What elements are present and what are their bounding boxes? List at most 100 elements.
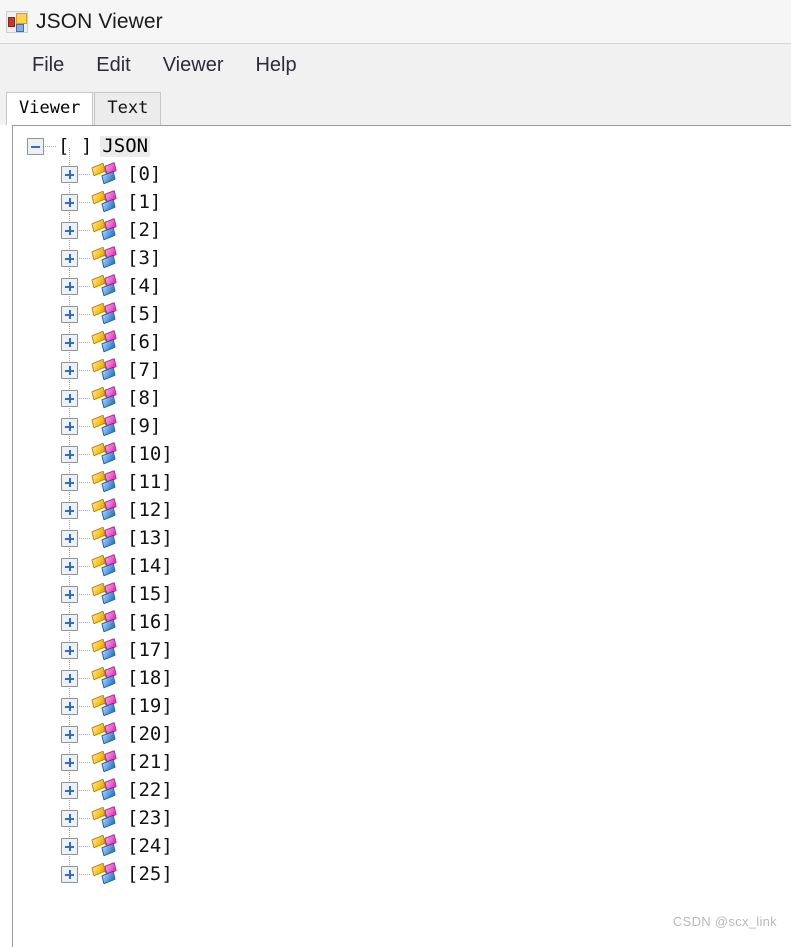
json-object-icon	[91, 274, 118, 297]
plus-box-icon[interactable]	[61, 641, 78, 659]
tree-node-root[interactable]: [ ] JSON	[13, 132, 791, 160]
tree-connector-dots	[78, 390, 92, 407]
tree-node[interactable]: [20]	[13, 720, 791, 748]
tree-connector-dots	[78, 362, 92, 379]
minus-box-icon[interactable]	[27, 137, 44, 155]
plus-box-icon[interactable]	[61, 501, 78, 519]
json-tree-panel[interactable]: [ ] JSON [0] [1] [2] [3] [4] [5] [6] [7] [8] [9] […	[12, 125, 791, 947]
tree-node[interactable]: [5]	[13, 300, 791, 328]
plus-box-icon[interactable]	[61, 725, 78, 743]
tree-node-root-label[interactable]: JSON	[100, 135, 151, 157]
plus-box-icon[interactable]	[61, 669, 78, 687]
plus-box-icon[interactable]	[61, 809, 78, 827]
tree-node-label[interactable]: [7]	[125, 360, 163, 381]
watermark-text: CSDN @scx_link	[672, 914, 777, 929]
tree-node-label[interactable]: [18]	[125, 668, 175, 689]
plus-box-icon[interactable]	[61, 837, 78, 855]
tree-node-label[interactable]: [13]	[125, 528, 175, 549]
menu-item-viewer[interactable]: Viewer	[147, 52, 240, 78]
plus-box-icon[interactable]	[61, 333, 78, 351]
tree-node[interactable]: [15]	[13, 580, 791, 608]
tree-node[interactable]: [3]	[13, 244, 791, 272]
tree-connector-dots	[78, 558, 92, 575]
tree-node[interactable]: [4]	[13, 272, 791, 300]
tree-node-label[interactable]: [22]	[125, 780, 175, 801]
menu-item-help[interactable]: Help	[239, 52, 312, 78]
plus-box-icon[interactable]	[61, 473, 78, 491]
tree-node-label[interactable]: [23]	[125, 808, 175, 829]
plus-box-icon[interactable]	[61, 305, 78, 323]
tree-node[interactable]: [14]	[13, 552, 791, 580]
tree-node-label[interactable]: [9]	[125, 416, 163, 437]
tree-node-label[interactable]: [20]	[125, 724, 175, 745]
tree-node-label[interactable]: [25]	[125, 864, 175, 885]
plus-box-icon[interactable]	[61, 529, 78, 547]
plus-box-icon[interactable]	[61, 557, 78, 575]
plus-box-icon[interactable]	[61, 865, 78, 883]
tree-node[interactable]: [25]	[13, 860, 791, 888]
plus-box-icon[interactable]	[61, 753, 78, 771]
tree-node[interactable]: [17]	[13, 636, 791, 664]
tree-node-label[interactable]: [1]	[125, 192, 163, 213]
tree-node-label[interactable]: [16]	[125, 612, 175, 633]
plus-box-icon[interactable]	[61, 781, 78, 799]
tree-node-label[interactable]: [4]	[125, 276, 163, 297]
tree-node[interactable]: [21]	[13, 748, 791, 776]
tree-node-label[interactable]: [19]	[125, 696, 175, 717]
tree-node[interactable]: [6]	[13, 328, 791, 356]
tree-node[interactable]: [12]	[13, 496, 791, 524]
tab-text[interactable]: Text	[94, 92, 162, 125]
plus-box-icon[interactable]	[61, 445, 78, 463]
tree-node-label[interactable]: [15]	[125, 584, 175, 605]
json-object-icon	[91, 834, 118, 857]
window-title: JSON Viewer	[36, 10, 163, 33]
menu-item-edit[interactable]: Edit	[80, 52, 146, 78]
tree-node[interactable]: [23]	[13, 804, 791, 832]
tree-node[interactable]: [11]	[13, 468, 791, 496]
tree-node-label[interactable]: [24]	[125, 836, 175, 857]
tree-node[interactable]: [13]	[13, 524, 791, 552]
plus-box-icon[interactable]	[61, 361, 78, 379]
tree-node-label[interactable]: [10]	[125, 444, 175, 465]
tree-node[interactable]: [10]	[13, 440, 791, 468]
json-object-icon	[91, 358, 118, 381]
tree-connector-dots	[78, 306, 92, 323]
tree-node-label[interactable]: [17]	[125, 640, 175, 661]
tree-node-label[interactable]: [6]	[125, 332, 163, 353]
tree-node[interactable]: [22]	[13, 776, 791, 804]
menu-item-file[interactable]: File	[16, 52, 80, 78]
tree-node[interactable]: [8]	[13, 384, 791, 412]
tree-node-label[interactable]: [11]	[125, 472, 175, 493]
tab-strip: Viewer Text	[0, 86, 791, 125]
tree-node[interactable]: [9]	[13, 412, 791, 440]
json-object-icon	[91, 414, 118, 437]
plus-box-icon[interactable]	[61, 613, 78, 631]
tree-node[interactable]: [24]	[13, 832, 791, 860]
tab-viewer[interactable]: Viewer	[6, 92, 94, 125]
tree-node[interactable]: [7]	[13, 356, 791, 384]
tree-node-label[interactable]: [2]	[125, 220, 163, 241]
plus-box-icon[interactable]	[61, 165, 78, 183]
plus-box-icon[interactable]	[61, 221, 78, 239]
plus-box-icon[interactable]	[61, 389, 78, 407]
tree-node[interactable]: [1]	[13, 188, 791, 216]
tree-node-label[interactable]: [8]	[125, 388, 163, 409]
tree-node-label[interactable]: [12]	[125, 500, 175, 521]
tree-node-label[interactable]: [5]	[125, 304, 163, 325]
tree-node[interactable]: [19]	[13, 692, 791, 720]
plus-box-icon[interactable]	[61, 417, 78, 435]
plus-box-icon[interactable]	[61, 585, 78, 603]
plus-box-icon[interactable]	[61, 277, 78, 295]
tree-node-label[interactable]: [0]	[125, 164, 163, 185]
tree-node[interactable]: [0]	[13, 160, 791, 188]
tree-node[interactable]: [16]	[13, 608, 791, 636]
tree-connector-dots	[78, 418, 92, 435]
plus-box-icon[interactable]	[61, 697, 78, 715]
plus-box-icon[interactable]	[61, 249, 78, 267]
tree-node[interactable]: [18]	[13, 664, 791, 692]
tree-node[interactable]: [2]	[13, 216, 791, 244]
tree-node-label[interactable]: [3]	[125, 248, 163, 269]
tree-node-label[interactable]: [14]	[125, 556, 175, 577]
tree-node-label[interactable]: [21]	[125, 752, 175, 773]
plus-box-icon[interactable]	[61, 193, 78, 211]
